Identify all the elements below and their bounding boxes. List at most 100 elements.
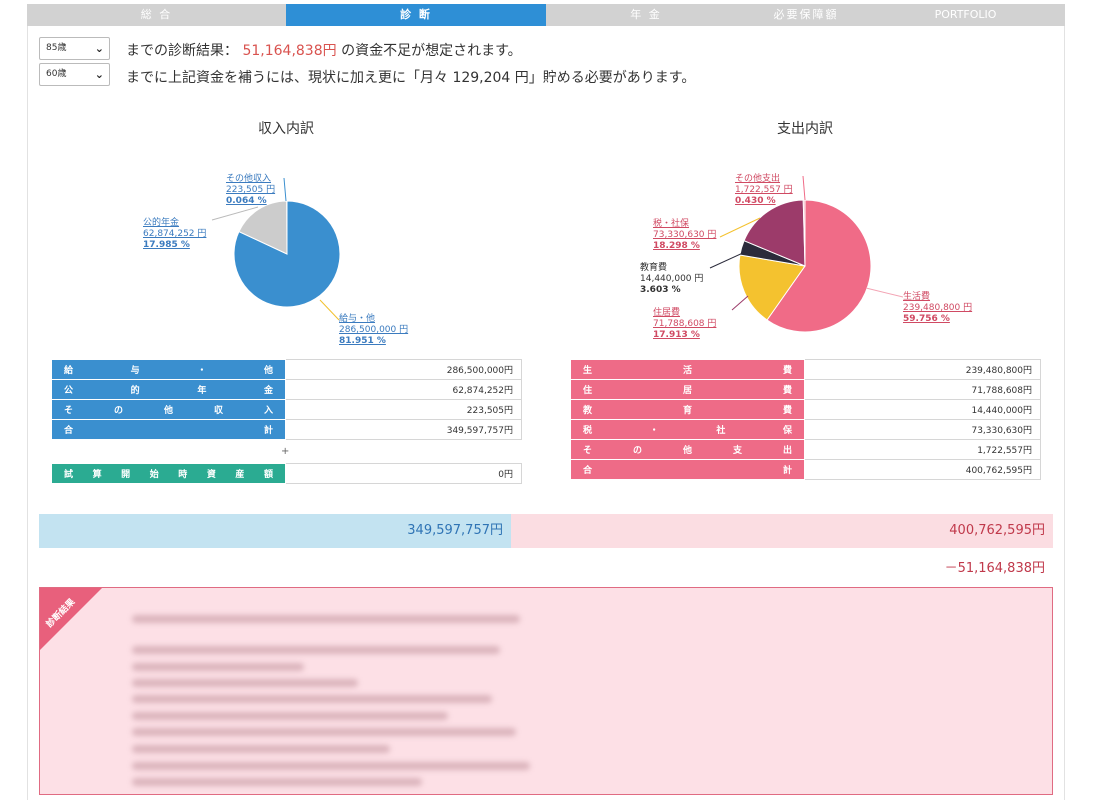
label-percent: 0.064 %	[226, 196, 267, 206]
label-char: ・	[197, 366, 207, 376]
table-row: 住 居 費 71,788,608円	[570, 379, 1041, 400]
row-value: 223,505円	[285, 399, 522, 420]
deficit-amount: －51,164,838円	[944, 561, 1045, 576]
label-char: 開	[121, 470, 131, 480]
label-char: 他	[163, 406, 173, 416]
label-char: 時	[178, 470, 188, 480]
label-char: 居	[682, 386, 692, 396]
pie-leader-line	[731, 295, 749, 311]
blurred-text-line	[132, 728, 516, 736]
blurred-text-line	[132, 695, 492, 703]
expense-label-education: 教育費 14,440,000 円 3.603 %	[640, 263, 703, 296]
row-value: 73,330,630円	[804, 419, 1041, 440]
table-row: 公 的 年 金 62,874,252円	[51, 379, 522, 400]
label-value: 62,874,252 円	[143, 229, 207, 239]
row-value: 0円	[285, 463, 522, 484]
blurred-text-line	[132, 745, 390, 753]
label-char: 住	[583, 386, 593, 396]
label-name: その他収入	[226, 174, 272, 184]
row-label: 合計	[51, 419, 286, 440]
label-char: 試	[64, 470, 74, 480]
blurred-text-line	[132, 615, 520, 623]
blurred-text-line	[132, 663, 304, 671]
label-char: 教	[583, 406, 593, 416]
label-percent: 18.298 %	[653, 241, 700, 251]
label-value: 71,788,608 円	[653, 319, 717, 329]
result-ribbon: 診断結果	[40, 588, 102, 650]
row-value: 71,788,608円	[804, 379, 1041, 400]
expense-label-housing: 住居費 71,788,608 円 17.913 %	[653, 308, 716, 341]
label-char: 費	[782, 406, 792, 416]
label-char: 費	[782, 366, 792, 376]
label-name: 生活費	[903, 292, 931, 302]
initial-assets-table: 試 算 開 始 時 資 産 額 0円	[51, 463, 522, 484]
label-name: 教育費	[640, 263, 668, 273]
expense-label-other: その他支出 1,722,557 円 0.430 %	[735, 174, 793, 207]
row-label: その他支出	[570, 439, 805, 460]
label-char: 金	[263, 386, 273, 396]
row-label: 試算開始時資産額	[51, 463, 286, 484]
label-char: そ	[583, 446, 593, 456]
label-char: 的	[130, 386, 140, 396]
expense-label-living: 生活費 239,480,800 円 59.756 %	[903, 292, 972, 325]
label-percent: 0.430 %	[735, 196, 776, 206]
label-percent: 81.951 %	[339, 336, 386, 346]
label-name: 税・社保	[653, 219, 690, 229]
label-char: 税	[583, 426, 593, 436]
label-char: 年	[197, 386, 207, 396]
label-char: 資	[206, 470, 216, 480]
label-value: 239,480,800 円	[903, 303, 973, 313]
pie-leader-line	[319, 299, 340, 321]
pie-leader-line	[802, 175, 806, 201]
row-value: 62,874,252円	[285, 379, 522, 400]
row-value: 400,762,595円	[804, 459, 1041, 480]
label-name: 住居費	[653, 308, 681, 318]
label-char: 保	[782, 426, 792, 436]
label-char: 生	[583, 366, 593, 376]
income-label-pension: 公的年金 62,874,252 円 17.985 %	[143, 218, 206, 251]
label-char: 産	[235, 470, 245, 480]
income-label-other: その他収入 223,505 円 0.064 %	[226, 174, 275, 207]
table-row: 試 算 開 始 時 資 産 額 0円	[51, 463, 522, 484]
row-value: 349,597,757円	[285, 419, 522, 440]
income-label-salary: 給与・他 286,500,000 円 81.951 %	[339, 314, 408, 347]
row-label: その他収入	[51, 399, 286, 420]
label-char: 出	[782, 446, 792, 456]
blurred-text-line	[132, 679, 358, 687]
label-char: そ	[64, 406, 74, 416]
label-char: 計	[782, 466, 792, 476]
label-char: 計	[263, 426, 273, 436]
label-name: 公的年金	[143, 218, 180, 228]
label-char: ・	[649, 426, 659, 436]
blurred-text-line	[132, 646, 500, 654]
income-total-bar: 349,597,757円	[39, 514, 511, 548]
pie-leader-line	[283, 177, 287, 202]
label-char: 合	[64, 426, 74, 436]
label-name: 給与・他	[339, 314, 376, 324]
table-row: 合計 400,762,595円	[570, 459, 1041, 480]
expense-label-tax: 税・社保 73,330,630 円 18.298 %	[653, 219, 716, 252]
blurred-text-line	[132, 712, 448, 720]
label-char: 算	[92, 470, 102, 480]
label-value: 14,440,000 円	[640, 274, 704, 284]
row-label: 税 ・ 社 保	[570, 419, 805, 440]
expense-table: 生活費 239,480,800円 住居費 71,788,608円 教育費 14,…	[570, 359, 1041, 480]
plus-sign: +	[281, 446, 290, 457]
label-value: 223,505 円	[226, 185, 276, 195]
row-label: 住居費	[570, 379, 805, 400]
label-char: の	[113, 406, 123, 416]
table-row: 合計 349,597,757円	[51, 419, 522, 440]
blurred-text-line	[132, 778, 422, 786]
label-char: 活	[682, 366, 692, 376]
label-percent: 3.603 %	[640, 285, 681, 295]
label-percent: 17.913 %	[653, 330, 700, 340]
blurred-text-line	[132, 762, 530, 770]
label-char: 給	[64, 366, 74, 376]
row-value: 14,440,000円	[804, 399, 1041, 420]
label-char: 収	[213, 406, 223, 416]
label-char: 合	[583, 466, 593, 476]
label-percent: 17.985 %	[143, 240, 190, 250]
label-char: 額	[263, 470, 273, 480]
table-row: 生 活 費 239,480,800円	[570, 359, 1041, 380]
row-label: 合計	[570, 459, 805, 480]
